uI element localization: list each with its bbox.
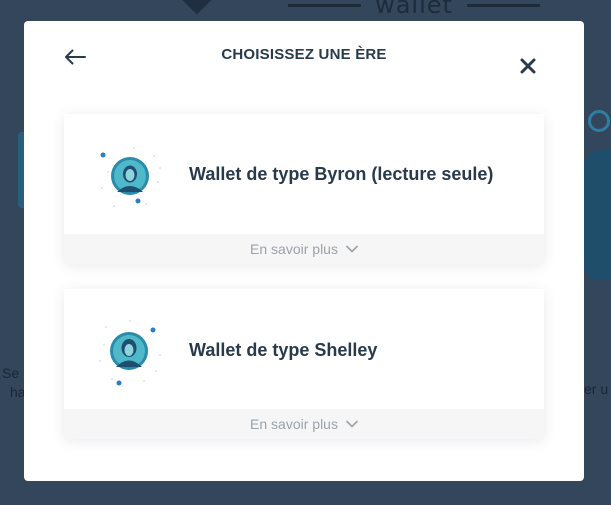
chevron-down-icon bbox=[346, 245, 358, 253]
era-selection-dialog: CHOISISSEZ UNE ÈRE Wallet de type Byron … bbox=[24, 21, 584, 481]
learn-more-label: En savoir plus bbox=[250, 416, 338, 432]
app-logo-icon bbox=[181, 0, 213, 15]
dialog-title: CHOISISSEZ UNE ÈRE bbox=[221, 46, 387, 63]
background-text-right: er u bbox=[584, 381, 609, 397]
learn-more-label: En savoir plus bbox=[250, 241, 338, 257]
background-text-line: Se bbox=[2, 365, 20, 381]
background-illustration-ring bbox=[588, 110, 610, 132]
learn-more-byron[interactable]: En savoir plus bbox=[64, 234, 544, 264]
byron-portrait-icon bbox=[94, 142, 166, 214]
learn-more-shelley[interactable]: En savoir plus bbox=[64, 409, 544, 439]
era-card-shelley: Wallet de type Shelley En savoir plus bbox=[64, 289, 544, 439]
era-card-byron: Wallet de type Byron (lecture seule) En … bbox=[64, 114, 544, 264]
era-name-shelley: Wallet de type Shelley bbox=[189, 340, 378, 360]
background-text-line: ha bbox=[10, 384, 26, 400]
chevron-down-icon bbox=[346, 420, 358, 428]
background-illustration bbox=[584, 100, 611, 290]
shelley-portrait-icon bbox=[94, 317, 166, 389]
era-option-byron[interactable]: Wallet de type Byron (lecture seule) bbox=[64, 114, 544, 234]
app-wordmark: wallet bbox=[288, 0, 541, 19]
background-illustration-shape bbox=[584, 150, 611, 280]
era-name-byron: Wallet de type Byron (lecture seule) bbox=[189, 164, 494, 184]
close-button[interactable] bbox=[514, 53, 542, 79]
wordmark-line-right bbox=[466, 3, 541, 7]
wordmark-line-left bbox=[288, 3, 362, 7]
wordmark-text: wallet bbox=[375, 0, 453, 19]
background-text-left: Se ha bbox=[2, 364, 26, 402]
close-icon bbox=[520, 58, 536, 74]
era-option-shelley[interactable]: Wallet de type Shelley bbox=[64, 289, 544, 409]
